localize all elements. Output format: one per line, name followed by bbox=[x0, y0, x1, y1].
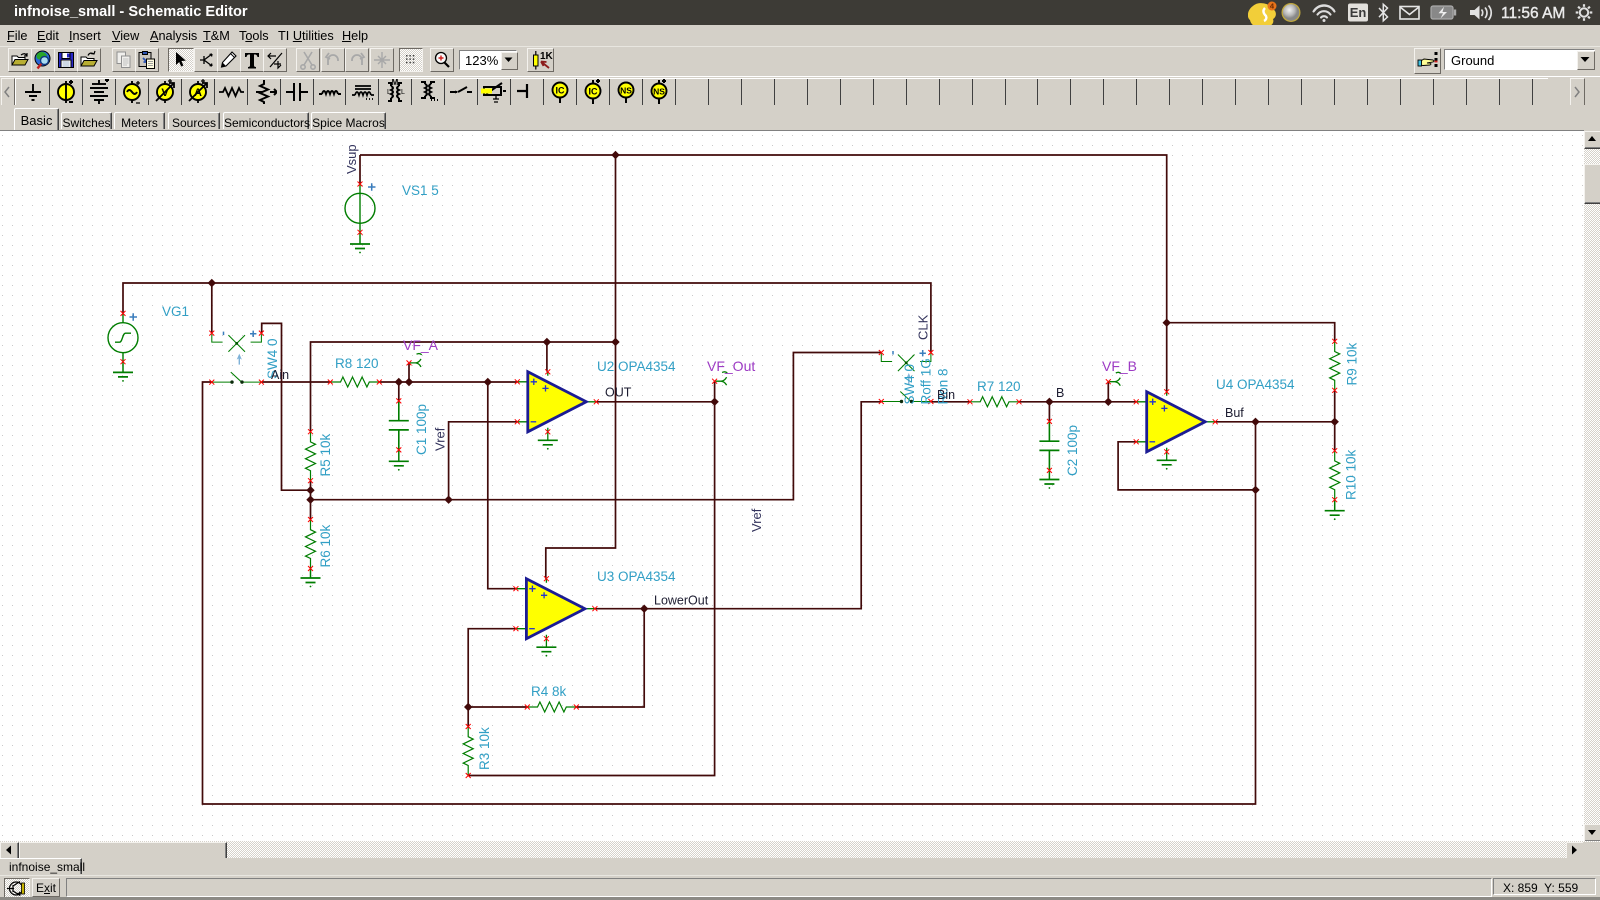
svg-text:L: L bbox=[387, 89, 391, 96]
svg-text:IC: IC bbox=[556, 86, 566, 96]
svg-text:U3 OPA4354: U3 OPA4354 bbox=[597, 569, 676, 584]
svg-text:U4 OPA4354: U4 OPA4354 bbox=[1216, 377, 1295, 392]
svg-text:VF_A: VF_A bbox=[403, 337, 439, 353]
svg-text:R5 10k: R5 10k bbox=[318, 433, 333, 476]
svg-text:R6 10k: R6 10k bbox=[318, 524, 333, 567]
svg-text:VF_B: VF_B bbox=[1102, 358, 1137, 374]
svg-text:Vref: Vref bbox=[433, 427, 448, 451]
svg-text:R7 120: R7 120 bbox=[977, 379, 1021, 394]
svg-text:VG1: VG1 bbox=[162, 304, 189, 319]
svg-text:Vsup: Vsup bbox=[344, 144, 359, 174]
svg-text:CLK: CLK bbox=[916, 314, 931, 340]
svg-text:LowerOut: LowerOut bbox=[654, 594, 709, 608]
svg-text:VF_Out: VF_Out bbox=[707, 358, 755, 374]
svg-text:Ain: Ain bbox=[271, 368, 289, 382]
svg-text:NS: NS bbox=[653, 87, 665, 97]
svg-text:R9 10k: R9 10k bbox=[1345, 342, 1360, 385]
svg-text:B: B bbox=[1056, 386, 1064, 400]
svg-text:Buf: Buf bbox=[1225, 406, 1244, 420]
svg-text:NS: NS bbox=[620, 86, 632, 96]
svg-text:U2 OPA4354: U2 OPA4354 bbox=[597, 359, 676, 374]
svg-text:L: L bbox=[401, 89, 405, 96]
svg-text:OUT: OUT bbox=[605, 386, 632, 400]
svg-text:IC: IC bbox=[589, 87, 599, 97]
svg-text:R4 8k: R4 8k bbox=[531, 684, 567, 699]
svg-text:R8 120: R8 120 bbox=[335, 356, 379, 371]
svg-text:R10 10k: R10 10k bbox=[1344, 449, 1359, 500]
svg-text:Bin: Bin bbox=[937, 388, 955, 402]
svg-text:VS1 5: VS1 5 bbox=[402, 183, 439, 198]
svg-text:C1 100p: C1 100p bbox=[414, 404, 429, 455]
svg-text:Vref: Vref bbox=[749, 508, 764, 532]
svg-text:Roff 1G: Roff 1G bbox=[919, 358, 934, 404]
svg-text:11:56 AM: 11:56 AM bbox=[1501, 5, 1565, 22]
svg-text:C2 100p: C2 100p bbox=[1065, 425, 1080, 476]
svg-text:R3 10k: R3 10k bbox=[477, 727, 492, 770]
svg-text:SW4 0: SW4 0 bbox=[902, 364, 917, 405]
svg-text:En: En bbox=[1350, 5, 1367, 20]
svg-text:1K: 1K bbox=[540, 51, 553, 62]
